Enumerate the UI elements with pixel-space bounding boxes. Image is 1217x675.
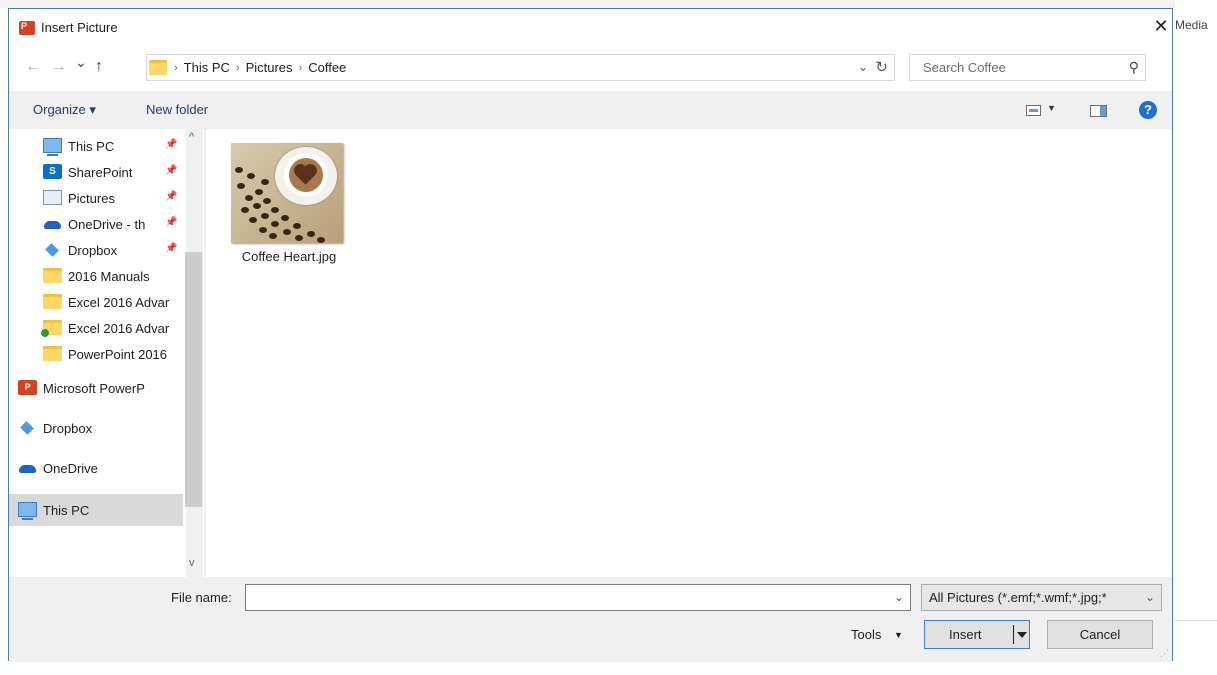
sidebar-item-pictures[interactable]: Pictures 📌 bbox=[9, 185, 183, 211]
pin-icon: 📌 bbox=[165, 165, 178, 176]
folder-icon bbox=[43, 346, 62, 361]
dropbox-icon bbox=[43, 242, 62, 257]
dialog-title: Insert Picture bbox=[41, 20, 118, 35]
sidebar-item-label: PowerPoint 2016 bbox=[68, 347, 168, 362]
insert-picture-dialog: P Insert Picture ✕ ← → ⌄ ↑ › This PC › P… bbox=[8, 8, 1173, 662]
folder-icon bbox=[43, 268, 62, 283]
sidebar-item-powerpoint-2016[interactable]: PowerPoint 2016 bbox=[9, 341, 183, 367]
change-view-icon[interactable] bbox=[1026, 105, 1041, 116]
close-button[interactable]: ✕ bbox=[1150, 13, 1172, 39]
organize-button[interactable]: Organize ▾ bbox=[33, 102, 96, 118]
sidebar-item-onedrive[interactable]: OneDrive bbox=[9, 455, 183, 481]
breadcrumb-pictures[interactable]: Pictures bbox=[246, 60, 293, 75]
file-name-field-label: File name: bbox=[171, 590, 232, 605]
breadcrumb-separator: › bbox=[235, 61, 240, 74]
pc-icon bbox=[18, 502, 37, 520]
sidebar-item-excel-advanced-2[interactable]: Excel 2016 Advar bbox=[9, 315, 183, 341]
pin-icon: 📌 bbox=[165, 139, 178, 150]
search-placeholder: Search Coffee bbox=[923, 60, 1006, 75]
file-name-field[interactable]: ⌄ bbox=[245, 584, 911, 611]
search-icon[interactable]: ⚲ bbox=[1129, 59, 1139, 76]
file-list: Coffee Heart.jpg bbox=[206, 129, 1172, 577]
background-app-area: Media bbox=[1175, 0, 1217, 675]
background-media-label: Media bbox=[1175, 18, 1208, 32]
dialog-footer: File name: ⌄ All Pictures (*.emf;*.wmf;*… bbox=[9, 577, 1172, 662]
resize-grip-icon[interactable]: ⋰ bbox=[1160, 648, 1169, 659]
forward-arrow-icon[interactable]: → bbox=[51, 58, 67, 76]
search-input[interactable]: Search Coffee ⚲ bbox=[909, 54, 1146, 81]
folder-icon bbox=[43, 294, 62, 309]
chevron-down-icon[interactable]: ⌄ bbox=[858, 60, 868, 74]
sidebar-item-label: Microsoft PowerP bbox=[43, 381, 145, 396]
insert-button[interactable]: Insert bbox=[924, 620, 1030, 649]
help-icon[interactable]: ? bbox=[1139, 101, 1157, 119]
breadcrumb-separator: › bbox=[174, 61, 178, 74]
sidebar-item-this-pc[interactable]: This PC bbox=[9, 494, 183, 526]
file-type-select[interactable]: All Pictures (*.emf;*.wmf;*.jpg;* ⌄ bbox=[921, 584, 1162, 611]
breadcrumb-separator: › bbox=[298, 61, 303, 74]
cancel-button[interactable]: Cancel bbox=[1047, 620, 1153, 649]
back-arrow-icon[interactable]: ← bbox=[25, 58, 41, 76]
chevron-down-icon: ⌄ bbox=[1144, 590, 1155, 604]
onedrive-icon bbox=[43, 216, 62, 231]
scroll-up-icon[interactable]: ^ bbox=[189, 131, 194, 143]
sidebar-item-label: OneDrive bbox=[43, 461, 98, 476]
sidebar-item-label: 2016 Manuals bbox=[68, 269, 150, 284]
insert-dropdown-icon[interactable] bbox=[1013, 625, 1028, 644]
navigation-bar: ← → ⌄ ↑ › This PC › Pictures › Coffee ⌄ … bbox=[9, 45, 1172, 91]
sidebar-item-label: Excel 2016 Advar bbox=[68, 321, 170, 336]
sharepoint-icon: S bbox=[43, 164, 62, 179]
folder-synced-icon bbox=[41, 320, 62, 337]
file-name-label: Coffee Heart.jpg bbox=[241, 249, 337, 264]
sidebar-item-sharepoint[interactable]: S SharePoint 📌 bbox=[9, 159, 183, 185]
chevron-down-icon[interactable]: ⌄ bbox=[894, 590, 904, 604]
pin-icon: 📌 bbox=[165, 217, 178, 228]
preview-pane-icon[interactable] bbox=[1090, 105, 1107, 117]
sidebar-item-label: Dropbox bbox=[43, 421, 93, 436]
folder-icon bbox=[149, 60, 167, 75]
file-item[interactable]: Coffee Heart.jpg bbox=[228, 143, 350, 273]
breadcrumb: › This PC › Pictures › Coffee bbox=[174, 60, 346, 75]
breadcrumb-coffee[interactable]: Coffee bbox=[308, 60, 346, 75]
sidebar-item-label: This PC bbox=[43, 503, 90, 518]
file-type-value: All Pictures (*.emf;*.wmf;*.jpg;* bbox=[929, 590, 1107, 605]
sidebar-item-this-pc-pinned[interactable]: This PC 📌 bbox=[9, 133, 183, 159]
sidebar-item-onedrive-business[interactable]: OneDrive - th 📌 bbox=[9, 211, 183, 237]
new-folder-button[interactable]: New folder bbox=[146, 102, 208, 117]
onedrive-icon bbox=[18, 460, 37, 475]
tools-dropdown-icon[interactable]: ▼ bbox=[894, 630, 903, 640]
image-thumbnail bbox=[231, 143, 343, 243]
tools-button[interactable]: Tools bbox=[851, 627, 881, 642]
refresh-icon[interactable]: ↻ bbox=[875, 58, 888, 76]
breadcrumb-this-pc[interactable]: This PC bbox=[184, 60, 230, 75]
command-toolbar: Organize ▾ New folder ▼ ? bbox=[9, 91, 1172, 130]
sidebar-item-2016-manuals[interactable]: 2016 Manuals bbox=[9, 263, 183, 289]
scrollbar-thumb[interactable] bbox=[185, 252, 202, 507]
dropbox-icon bbox=[18, 420, 37, 435]
pc-icon bbox=[43, 138, 62, 156]
sidebar-item-excel-advanced-1[interactable]: Excel 2016 Advar bbox=[9, 289, 183, 315]
powerpoint-app-icon: P bbox=[19, 21, 35, 35]
recent-locations-icon[interactable]: ⌄ bbox=[75, 54, 87, 71]
navigation-pane: This PC 📌 S SharePoint 📌 Pictures 📌 OneD… bbox=[9, 129, 204, 577]
sidebar-item-dropbox-pinned[interactable]: Dropbox 📌 bbox=[9, 237, 183, 263]
view-dropdown-icon[interactable]: ▼ bbox=[1047, 103, 1056, 113]
insert-button-label: Insert bbox=[949, 627, 982, 642]
address-bar[interactable]: › This PC › Pictures › Coffee ⌄ ↻ bbox=[146, 54, 895, 81]
powerpoint-icon: P bbox=[18, 380, 37, 395]
sidebar-item-label: Excel 2016 Advar bbox=[68, 295, 170, 310]
background-app-strip bbox=[0, 0, 1175, 8]
pin-icon: 📌 bbox=[165, 191, 178, 202]
dialog-titlebar: P Insert Picture ✕ bbox=[9, 9, 1172, 45]
pictures-icon bbox=[43, 190, 62, 205]
sidebar-item-microsoft-powerpoint[interactable]: P Microsoft PowerP bbox=[9, 375, 183, 401]
up-arrow-icon[interactable]: ↑ bbox=[95, 58, 103, 76]
sidebar-item-dropbox[interactable]: Dropbox bbox=[9, 415, 183, 441]
pin-icon: 📌 bbox=[165, 243, 178, 254]
scroll-down-icon[interactable]: v bbox=[189, 557, 195, 569]
background-divider bbox=[1175, 620, 1217, 621]
